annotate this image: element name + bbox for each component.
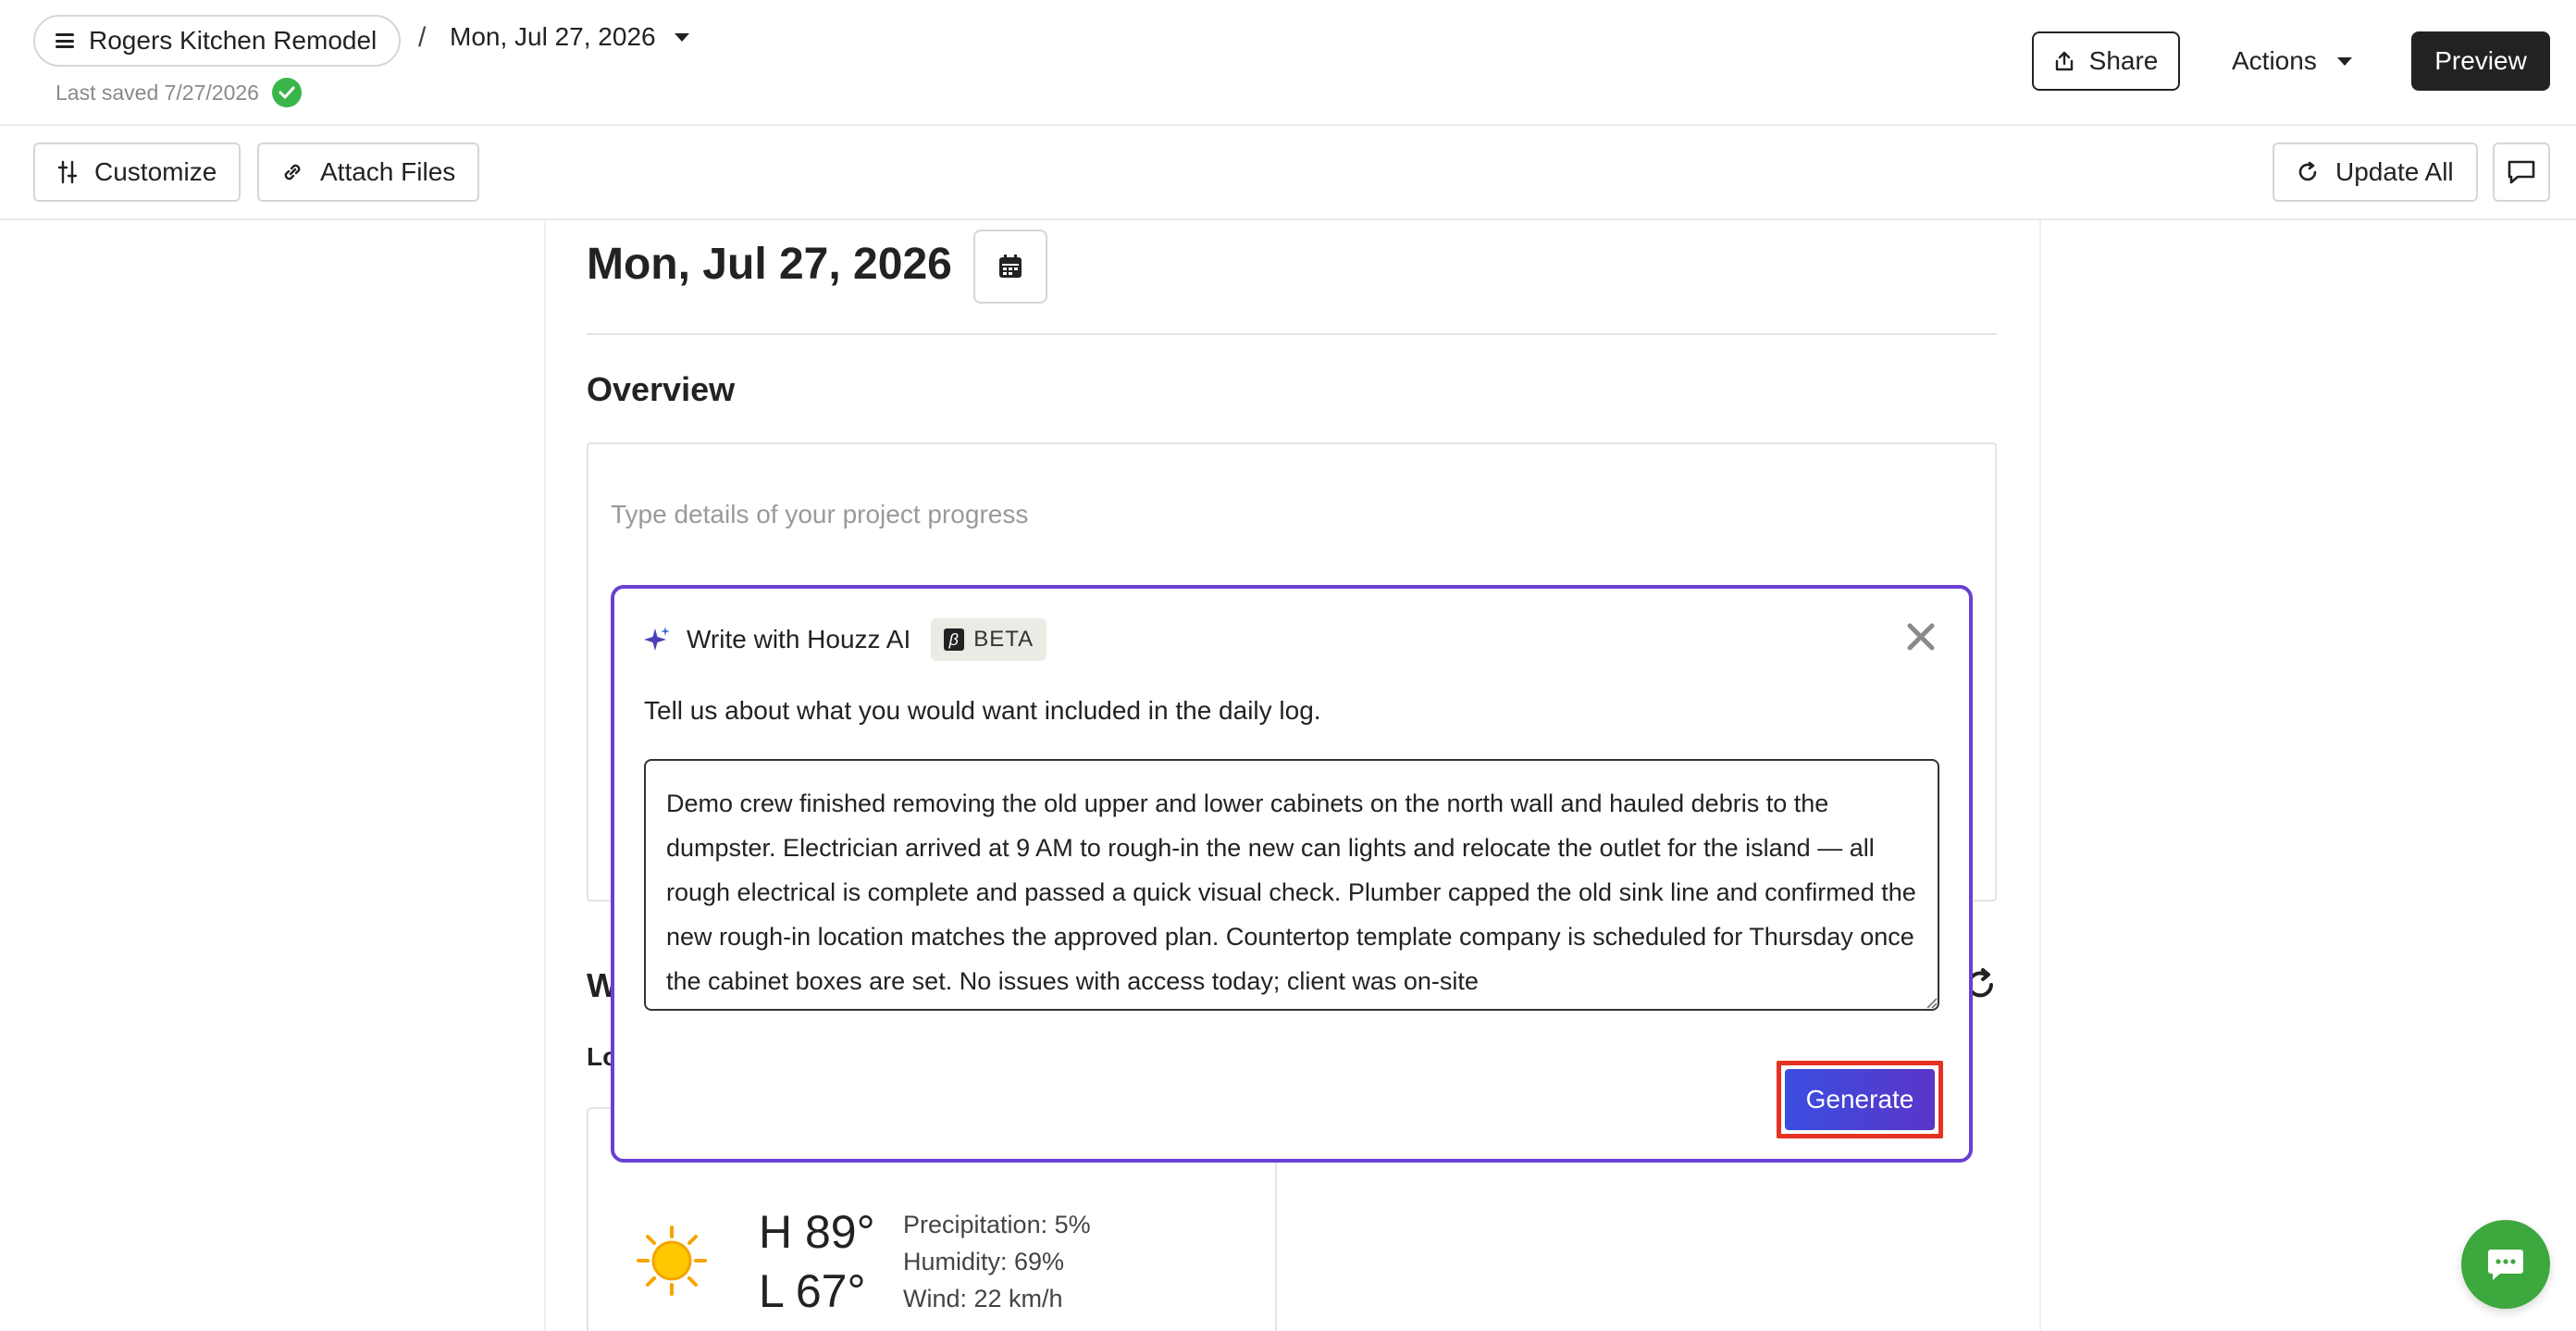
attach-files-label: Attach Files [320,157,456,186]
paperclip-icon [284,164,301,180]
preview-label: Preview [2434,46,2527,75]
attach-files-button[interactable]: Attach Files [257,143,480,202]
hamburger-icon [56,33,74,48]
customize-label: Customize [94,157,217,186]
refresh-icon [2298,161,2317,181]
sun-icon [637,1225,707,1296]
overview-heading: Overview [587,370,736,408]
chevron-down-icon [674,32,689,42]
save-status: Last saved 7/27/2026 [56,78,302,107]
sparkle-icon [644,627,670,651]
last-saved-text: Last saved 7/27/2026 [56,80,259,105]
chat-support-button[interactable] [2461,1220,2550,1309]
page-title: Mon, Jul 27, 2026 [587,240,952,289]
chat-icon [2488,1250,2523,1280]
update-all-label: Update All [2335,157,2454,186]
ai-panel-header: Write with Houzz AI β BETA [642,618,1047,661]
share-button[interactable]: Share [2032,31,2180,91]
comment-icon [2508,160,2535,184]
log-date-label: Mon, Jul 27, 2026 [450,22,656,51]
chevron-down-icon [2336,56,2352,66]
ai-prompt-text: Tell us about what you would want includ… [644,696,1321,725]
beta-label: BETA [973,627,1034,652]
humidity-text: Humidity: 69% [903,1248,1065,1275]
close-icon [1907,623,1935,651]
precipitation-text: Precipitation: 5% [903,1211,1091,1238]
temperature-high: H 89° [759,1206,875,1258]
close-button[interactable] [1902,618,1939,655]
log-date-selector[interactable]: Mon, Jul 27, 2026 [450,22,689,52]
actions-label: Actions [2232,46,2317,75]
toolbar: Customize Attach Files Update All [0,128,2576,220]
beta-icon: β [944,628,965,651]
share-label: Share [2088,46,2159,75]
wind-text: Wind: 22 km/h [903,1285,1063,1312]
ai-description-input[interactable]: Demo crew finished removing the old uppe… [644,759,1939,1011]
calendar-icon [999,255,1022,278]
comment-button[interactable] [2493,143,2550,202]
customize-button[interactable]: Customize [33,143,242,202]
generate-label: Generate [1805,1085,1914,1113]
calendar-button[interactable] [973,230,1047,304]
top-header: Rogers Kitchen Remodel / Mon, Jul 27, 20… [0,0,2576,126]
sliders-icon [57,160,78,184]
breadcrumb-separator: / [418,22,427,53]
project-selector[interactable]: Rogers Kitchen Remodel [33,15,402,67]
generate-button[interactable]: Generate [1785,1069,1935,1130]
actions-dropdown[interactable]: Actions [2221,31,2369,91]
temperature-low: L 67° [759,1265,866,1317]
beta-badge: β BETA [931,618,1047,661]
check-circle-icon [271,78,302,107]
update-all-button[interactable]: Update All [2273,143,2478,202]
overview-placeholder: Type details of your project progress [611,500,1029,529]
ai-panel-title: Write with Houzz AI [687,625,911,653]
project-name: Rogers Kitchen Remodel [89,26,378,55]
divider [587,333,1997,335]
preview-button[interactable]: Preview [2411,31,2550,91]
share-icon [2055,51,2073,71]
resize-grip-icon[interactable] [1925,996,1938,1009]
